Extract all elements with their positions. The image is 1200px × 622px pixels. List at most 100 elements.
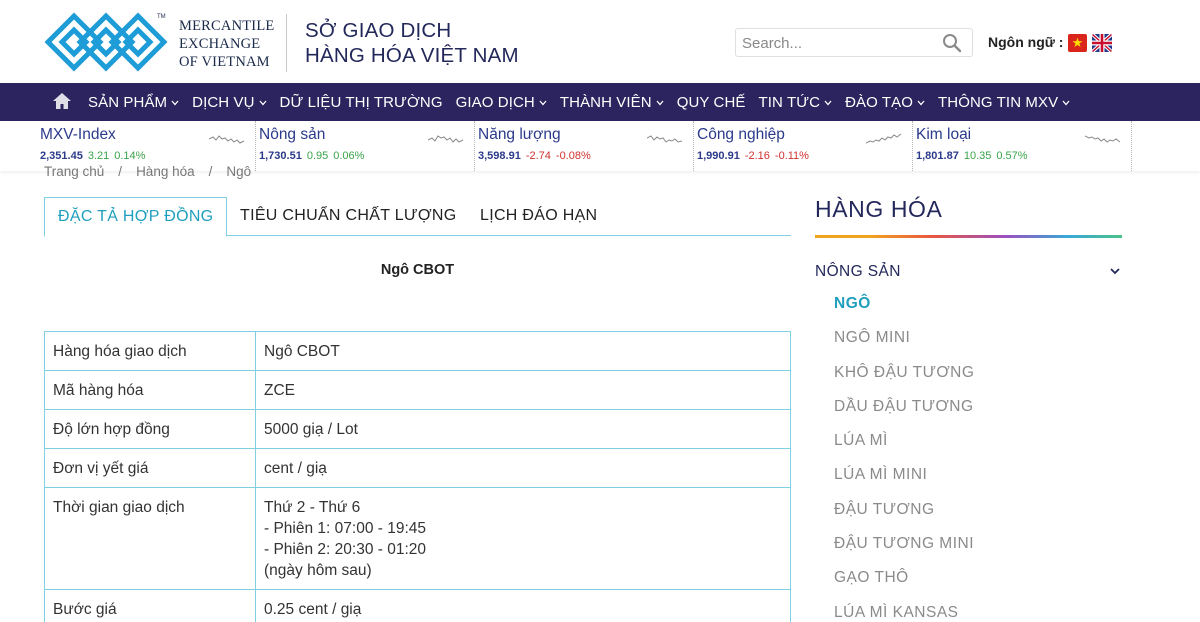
search-input[interactable]: [742, 32, 932, 54]
ticker-percent: -0.08%: [555, 150, 591, 162]
tab-expiry-calendar[interactable]: LỊCH ĐÁO HẠN: [480, 197, 597, 236]
spec-value: cent / giạ: [255, 448, 791, 488]
nav-item-tin-tức[interactable]: TIN TỨC: [759, 94, 833, 111]
nav-item-label: DỊCH VỤ: [192, 93, 255, 111]
ticker-change: 3.21: [87, 150, 110, 162]
table-row: Bước giá 0.25 cent / giạ: [44, 589, 791, 622]
main-navbar: SẢN PHẨM DỊCH VỤ DỮ LIỆU THỊ TRƯỜNG GIAO DỊ…: [0, 83, 1200, 121]
breadcrumb-home[interactable]: Trang chủ: [44, 164, 104, 179]
ticker-item[interactable]: Nông sản 1,730.51 0.95 0.06%: [256, 121, 475, 171]
sidebar-category-agriculture[interactable]: NÔNG SẢN: [815, 263, 1122, 281]
table-row: Thời gian giao dịch Thứ 2 - Thứ 6 - Phiê…: [44, 487, 791, 590]
nav-menu: SẢN PHẨM DỊCH VỤ DỮ LIỆU THỊ TRƯỜNG GIAO DỊ…: [88, 83, 1083, 121]
nav-item-label: DỮ LIỆU THỊ TRƯỜNG: [279, 93, 443, 111]
site-header: TM MERCANTILE EXCHANGE OF VIETNAM SỞ GIA…: [0, 0, 1200, 83]
vietnam-flag-icon[interactable]: ★: [1068, 34, 1087, 52]
sparkline-icon: [209, 135, 245, 144]
logo-line-3: OF VIETNAM: [179, 54, 270, 70]
spec-value: Ngô CBOT: [255, 331, 791, 371]
spec-key: Đơn vị yết giá: [44, 448, 256, 488]
ticker-percent: 0.57%: [996, 150, 1028, 162]
breadcrumb-commodities[interactable]: Hàng hóa: [136, 164, 195, 179]
nav-item-thành-viên[interactable]: THÀNH VIÊN: [560, 94, 664, 111]
ticker-value: 1,730.51: [259, 150, 302, 162]
ticker-index-name: Kim loại: [916, 126, 972, 143]
brand-line-1: SỞ GIAO DỊCH: [305, 19, 452, 42]
tab-quality-standard[interactable]: TIÊU CHUẨN CHẤT LƯỢNG: [240, 197, 457, 236]
spec-value: 5000 giạ / Lot: [255, 409, 791, 449]
brand-title[interactable]: SỞ GIAO DỊCH HÀNG HÓA VIỆT NAM: [305, 18, 519, 68]
svg-text:TM: TM: [157, 14, 166, 20]
nav-item-thông-tin-mxv[interactable]: THÔNG TIN MXV: [938, 94, 1070, 111]
trading-hours-line: Thứ 2 - Thứ 6: [264, 499, 361, 516]
nav-item-quy-chế[interactable]: QUY CHẾ: [677, 94, 746, 111]
ticker-item[interactable]: Công nghiệp 1,990.91 -2.16 -0.11%: [694, 121, 913, 171]
sidebar-item-5[interactable]: LÚA MÌ MINI: [834, 465, 974, 499]
logo-line-1: MERCANTILE: [179, 18, 275, 34]
nav-item-đào-tạo[interactable]: ĐÀO TẠO: [845, 94, 925, 111]
sidebar-item-6[interactable]: ĐẬU TƯƠNG: [834, 500, 974, 534]
contract-tabs: ĐẶC TẢ HỢP ĐỒNG TIÊU CHUẨN CHẤT LƯỢNG LỊ…: [44, 197, 791, 237]
ticker-value: 1,801.87: [916, 150, 959, 162]
sidebar-title: HÀNG HÓA: [815, 196, 943, 222]
search-icon[interactable]: [942, 33, 962, 53]
ticker-change: -2.74: [525, 150, 551, 162]
sidebar-item-9[interactable]: LÚA MÌ KANSAS: [834, 603, 974, 622]
brand-line-2: HÀNG HÓA VIỆT NAM: [305, 44, 519, 67]
ticker-item[interactable]: Kim loại 1,801.87 10.35 0.57%: [913, 121, 1132, 171]
breadcrumb-separator: /: [118, 164, 123, 179]
language-label: Ngôn ngữ :: [988, 34, 1064, 50]
ticker-item[interactable]: Năng lượng 3,598.91 -2.74 -0.08%: [475, 121, 694, 171]
spec-key: Độ lớn hợp đồng: [44, 409, 256, 449]
tab-contract-spec[interactable]: ĐẶC TẢ HỢP ĐỒNG: [44, 197, 228, 237]
trading-hours-line: - Phiên 1: 07:00 - 19:45: [264, 520, 427, 537]
sidebar-item-1[interactable]: NGÔ MINI: [834, 328, 974, 362]
table-row: Đơn vị yết giá cent / giạ: [44, 448, 791, 488]
spec-key: Bước giá: [44, 589, 256, 622]
breadcrumb-separator: /: [208, 164, 213, 179]
table-row: Độ lớn hợp đồng 5000 giạ / Lot: [44, 409, 791, 449]
uk-flag-icon[interactable]: [1092, 34, 1112, 52]
ticker-values: 2,351.45 3.21 0.14%: [40, 150, 145, 162]
sidebar-item-4[interactable]: LÚA MÌ: [834, 431, 974, 465]
home-icon[interactable]: [52, 91, 72, 111]
ticker-values: 1,990.91 -2.16 -0.11%: [697, 150, 809, 162]
sidebar-item-3[interactable]: DẦU ĐẬU TƯƠNG: [834, 397, 974, 431]
nav-item-giao-dịch[interactable]: GIAO DỊCH: [456, 94, 547, 111]
nav-item-sản-phẩm[interactable]: SẢN PHẨM: [88, 94, 179, 111]
trading-hours-line: - Phiên 2: 20:30 - 01:20: [264, 541, 427, 558]
search-box: [735, 28, 973, 57]
mxv-logo-icon[interactable]: TM: [44, 12, 168, 72]
nav-item-label: TIN TỨC: [758, 93, 821, 111]
table-row: Hàng hóa giao dịch Ngô CBOT: [44, 331, 791, 371]
breadcrumb: Trang chủ / Hàng hóa / Ngô: [44, 164, 265, 179]
ticker-value: 1,990.91: [697, 150, 740, 162]
sparkline-icon: [647, 135, 683, 143]
ticker-index-name: MXV-Index: [40, 126, 116, 143]
logo-divider: [286, 14, 287, 72]
spec-value: 0.25 cent / giạ: [255, 589, 791, 622]
sidebar-commodity-list: NGÔ NGÔ MINI KHÔ ĐẬU TƯƠNG DẦU ĐẬU TƯƠNG LÚA…: [834, 294, 974, 622]
ticker-percent: 0.06%: [333, 150, 365, 162]
chevron-down-icon: [656, 98, 664, 109]
spec-key: Mã hàng hóa: [44, 370, 256, 410]
ticker-value: 2,351.45: [40, 150, 83, 162]
ticker-change: -2.16: [744, 150, 770, 162]
chevron-down-icon: [824, 98, 832, 109]
nav-item-label: GIAO DỊCH: [455, 93, 535, 111]
logo-wordmark: MERCANTILE EXCHANGE OF VIETNAM: [179, 17, 274, 71]
nav-item-label: SẢN PHẨM: [88, 93, 168, 111]
nav-item-dữ-liệu-thị-trường[interactable]: DỮ LIỆU THỊ TRƯỜNG: [280, 94, 443, 111]
ticker-index-name: Năng lượng: [478, 126, 561, 143]
sidebar-item-2[interactable]: KHÔ ĐẬU TƯƠNG: [834, 363, 974, 397]
chevron-down-icon[interactable]: [1110, 263, 1120, 278]
nav-item-dịch-vụ[interactable]: DỊCH VỤ: [192, 93, 267, 111]
nav-item-label: ĐÀO TẠO: [845, 93, 914, 111]
nav-item-label: THÀNH VIÊN: [559, 93, 652, 111]
trading-hours-line: (ngày hôm sau): [264, 562, 372, 579]
sidebar-item-7[interactable]: ĐẬU TƯƠNG MINI: [834, 534, 974, 568]
table-row: Mã hàng hóa ZCE: [44, 370, 791, 410]
ticker-values: 1,730.51 0.95 0.06%: [259, 150, 364, 162]
sidebar-item-0[interactable]: NGÔ: [834, 294, 974, 328]
sidebar-item-8[interactable]: GẠO THÔ: [834, 568, 974, 602]
